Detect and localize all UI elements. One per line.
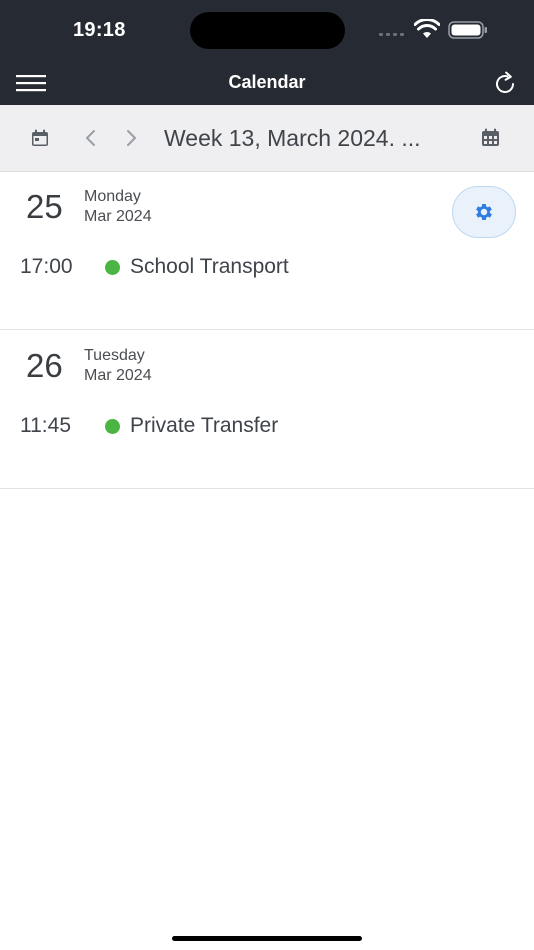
chevron-left-icon[interactable]	[84, 129, 98, 147]
day-month: Mar 2024	[84, 208, 152, 225]
event-status-dot	[105, 418, 120, 434]
event-status-dot	[105, 259, 120, 275]
cellular-signal-icon	[379, 33, 404, 36]
event-title: School Transport	[130, 255, 289, 278]
event-item[interactable]: 11:45 Private Transfer	[20, 413, 278, 439]
battery-icon	[448, 21, 487, 39]
event-time: 11:45	[20, 414, 71, 437]
refresh-icon[interactable]	[492, 71, 518, 97]
day-number: 26	[26, 347, 63, 384]
week-toolbar: Week 13, March 2024. ...	[0, 105, 534, 172]
top-bar: 19:18 Calendar	[0, 0, 534, 105]
status-time: 19:18	[73, 19, 126, 41]
day-weekday: Tuesday	[84, 347, 145, 364]
day-weekday: Monday	[84, 188, 141, 205]
home-indicator[interactable]	[172, 936, 362, 941]
day-month: Mar 2024	[84, 367, 152, 384]
day-block-monday: 25 Monday Mar 2024 17:00 School Transpor…	[0, 172, 534, 330]
event-time: 17:00	[20, 255, 73, 278]
day-number: 25	[26, 188, 63, 225]
calendar-grid-icon[interactable]	[481, 128, 500, 147]
day-block-tuesday: 26 Tuesday Mar 2024 11:45 Private Transf…	[0, 331, 534, 489]
wifi-icon	[414, 19, 440, 38]
event-title: Private Transfer	[130, 414, 279, 437]
calendar-icon[interactable]	[31, 129, 49, 147]
event-item[interactable]: 17:00 School Transport	[20, 254, 289, 280]
week-label[interactable]: Week 13, March 2024. ...	[164, 123, 421, 153]
dynamic-island	[190, 12, 345, 49]
chevron-right-icon[interactable]	[124, 129, 138, 147]
settings-button[interactable]	[452, 186, 516, 238]
gear-icon	[476, 204, 492, 220]
calendar-screen: 19:18 Calendar Week 13, March 2024. ... …	[0, 0, 534, 950]
page-title: Calendar	[228, 72, 306, 92]
